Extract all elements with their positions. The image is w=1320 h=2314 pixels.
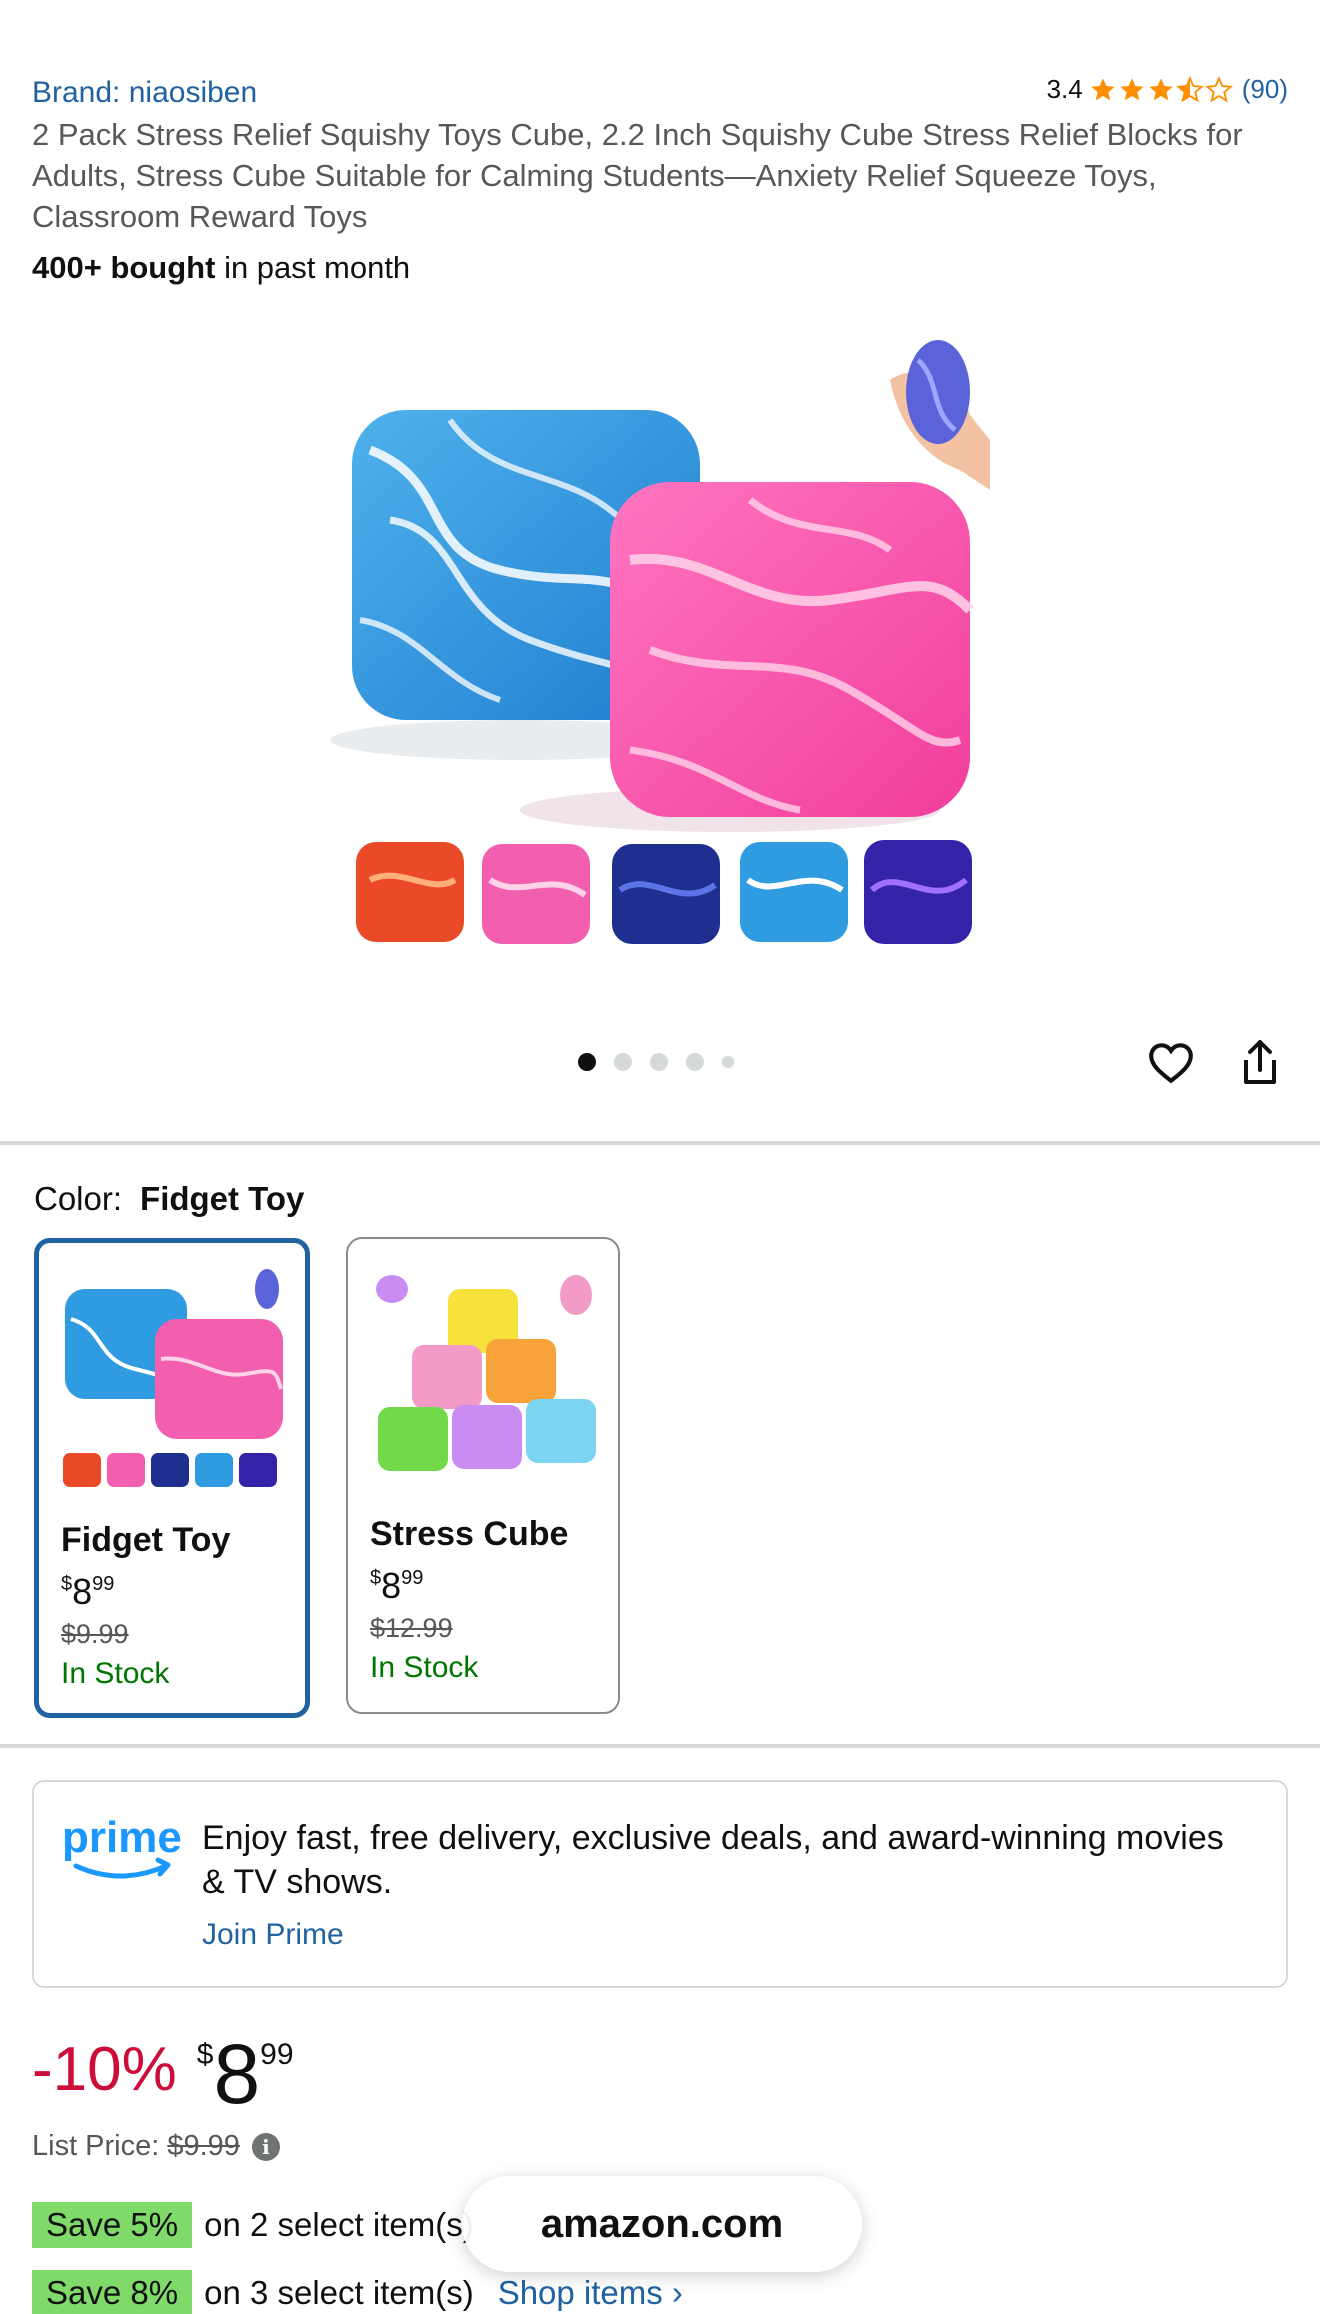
swatch-name: Fidget Toy (61, 1521, 231, 1559)
bought-in-past-month: 400+ bought in past month (32, 250, 410, 286)
star-empty-icon (1204, 75, 1233, 102)
prime-promo-card: prime Enjoy fast, free delivery, exclusi… (32, 1780, 1288, 1988)
color-option-fidget-toy[interactable]: Fidget Toy $899 $9.99 In Stock (34, 1238, 310, 1718)
swatch-name: Stress Cube (370, 1515, 569, 1553)
section-divider (0, 1744, 1320, 1748)
carousel-dot[interactable] (614, 1053, 632, 1071)
save-badge: Save 5% (32, 2202, 193, 2248)
carousel-dot[interactable] (578, 1053, 596, 1071)
rating-summary[interactable]: 3.4 (90) (1047, 74, 1288, 105)
carousel-dot[interactable] (686, 1053, 704, 1071)
swatch-image (55, 1259, 287, 1491)
swatch-stock-status: In Stock (61, 1657, 170, 1690)
brand-link[interactable]: Brand: niaosiben (32, 76, 257, 110)
swatch-list-price: $9.99 (61, 1619, 129, 1649)
share-icon[interactable] (1236, 1036, 1284, 1088)
rating-stars (1089, 75, 1234, 104)
swatch-price: $899 (370, 1565, 424, 1606)
list-price-value: $9.99 (167, 2130, 240, 2162)
product-title: 2 Pack Stress Relief Squishy Toys Cube, … (32, 117, 1243, 234)
svg-text:prime: prime (62, 1816, 182, 1862)
site-url-pill[interactable]: amazon.com (462, 2176, 862, 2272)
prime-logo-icon: prime (62, 1816, 182, 1879)
list-price-row: List Price: $9.99 i (32, 2130, 280, 2163)
star-full-icon (1091, 77, 1115, 100)
discount-percent: -10% (32, 2035, 177, 2104)
bought-period: in past month (215, 250, 411, 285)
prime-message: Enjoy fast, free delivery, exclusive dea… (202, 1819, 1224, 1901)
carousel-dot[interactable] (650, 1053, 668, 1071)
color-selected-value: Fidget Toy (140, 1180, 305, 1217)
price-whole: 8 (213, 2027, 261, 2121)
list-price-label: List Price: (32, 2130, 160, 2162)
section-divider (0, 1141, 1320, 1145)
color-option-stress-cube[interactable]: Stress Cube $899 $12.99 In Stock (346, 1237, 620, 1714)
color-selector-label: Color: Fidget Toy (34, 1180, 304, 1218)
rating-value: 3.4 (1046, 74, 1083, 104)
info-icon[interactable]: i (251, 2132, 280, 2161)
rating-count-link[interactable]: (90) (1242, 74, 1288, 105)
image-carousel-dots[interactable] (578, 1053, 752, 1071)
bought-count: 400+ bought (32, 250, 216, 285)
swatch-image (368, 1259, 600, 1491)
save-badge: Save 8% (32, 2270, 193, 2314)
promo-row: Save 5% on 2 select item(s) (32, 2202, 474, 2248)
price-block: -10% $ 8 99 (32, 2030, 294, 2118)
star-full-icon (1120, 77, 1144, 100)
promo-row: Save 8% on 3 select item(s) Shop items › (32, 2270, 683, 2314)
shop-items-link[interactable]: Shop items › (498, 2274, 683, 2312)
promo-text: on 2 select item(s) (204, 2206, 474, 2243)
swatch-stock-status: In Stock (370, 1651, 479, 1684)
star-half-icon (1175, 75, 1204, 102)
heart-icon[interactable] (1146, 1038, 1196, 1088)
carousel-dot[interactable] (722, 1056, 734, 1068)
product-image[interactable] (330, 320, 990, 970)
price-fraction: 99 (260, 2038, 294, 2071)
price-currency: $ (196, 2038, 214, 2071)
join-prime-link[interactable]: Join Prime (202, 1918, 344, 1952)
color-label: Color: (34, 1180, 123, 1217)
promo-text: on 3 select item(s) (204, 2274, 474, 2311)
star-full-icon (1149, 77, 1173, 100)
swatch-price: $899 (61, 1571, 115, 1612)
swatch-list-price: $12.99 (370, 1613, 453, 1643)
